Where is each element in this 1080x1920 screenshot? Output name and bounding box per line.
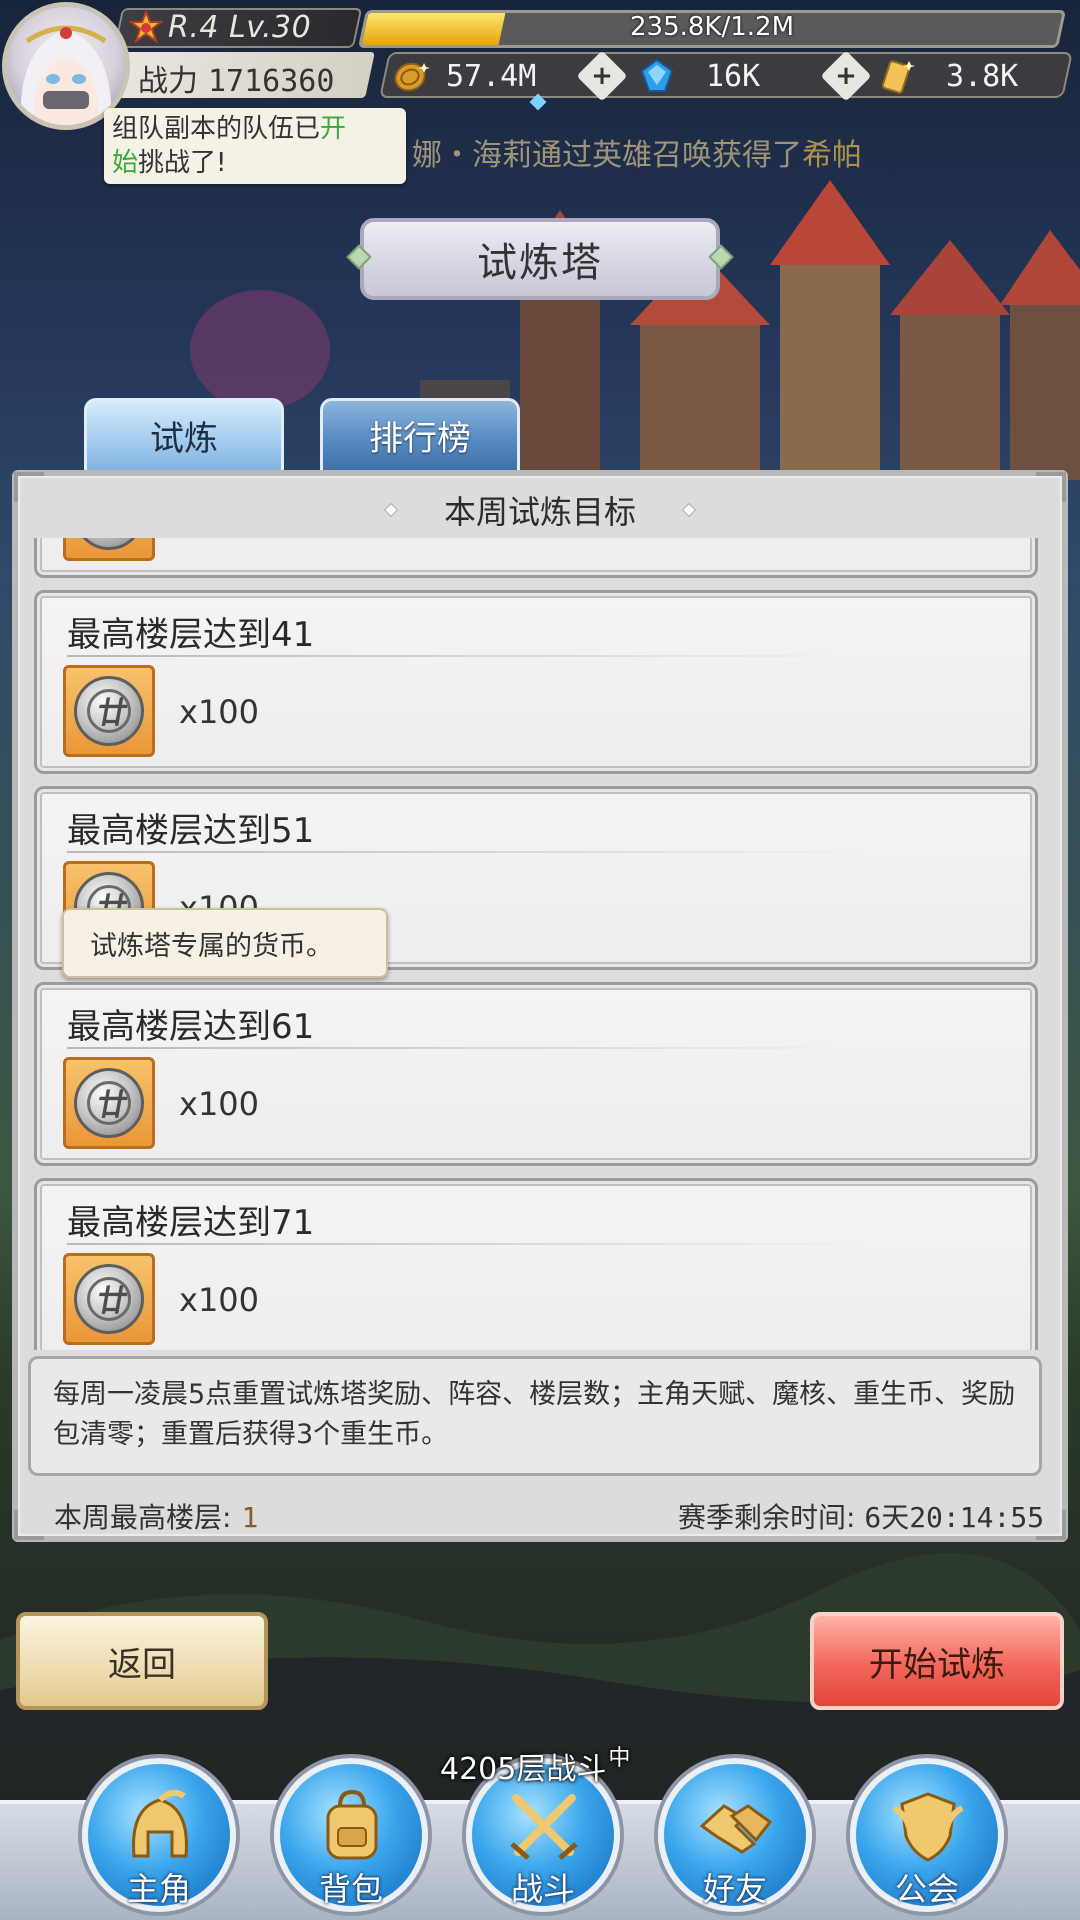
resource-gold: 57.4M — [392, 55, 536, 97]
goal-card-floor-61: 最高楼层达到61 廿 x100 — [34, 982, 1038, 1166]
trial-coin-icon: 廿 — [74, 1068, 144, 1138]
nav-label: 背包 — [318, 1870, 383, 1908]
goal-card-floor-41: 最高楼层达到41 廿 x100 — [34, 590, 1038, 774]
add-diamond-button[interactable]: + — [820, 50, 872, 102]
weekly-highest-label: 本周最高楼层: — [54, 1501, 232, 1534]
nav-hero[interactable]: 主角 — [82, 1758, 236, 1912]
goal-title: 最高楼层达到51 — [67, 811, 315, 851]
crossed-swords-icon — [510, 1794, 578, 1860]
nav-backpack[interactable]: 背包 — [274, 1758, 428, 1912]
nav-friends[interactable]: 好友 — [658, 1758, 812, 1912]
goal-title: 最高楼层达到41 — [67, 615, 315, 655]
blue-diamond-icon — [640, 58, 674, 92]
ticker-hero-name: 希帕 — [802, 138, 862, 173]
backpack-icon — [326, 1789, 378, 1860]
plus-icon: + — [591, 61, 613, 91]
battle-status: 4205层战斗中 — [440, 1744, 630, 1788]
notification-highlight: 开 — [320, 114, 347, 144]
back-button[interactable]: 返回 — [16, 1612, 268, 1710]
gold-coin-icon — [394, 62, 430, 92]
reset-info-box: 每周一凌晨5点重置试炼塔奖励、阵容、楼层数；主角天赋、魔核、重生币、奖励包清零；… — [28, 1356, 1042, 1476]
rank-level-text: R.4 Lv.30 — [168, 10, 312, 45]
season-remaining-label: 赛季剩余时间: — [678, 1501, 856, 1534]
gold-value: 57.4M — [446, 58, 537, 94]
team-dungeon-notification[interactable]: 组队副本的队伍已开始挑战了! — [104, 108, 406, 184]
goal-divider — [67, 655, 867, 657]
power-value: 1716360 — [208, 64, 335, 99]
notification-text: 组队副本的队伍已 — [112, 114, 321, 144]
power-display: 战力 1716360 — [138, 56, 334, 100]
helmet-icon — [132, 1789, 188, 1858]
tab-leaderboard[interactable]: 排行榜 — [320, 398, 520, 470]
goal-title: 最高楼层达到71 — [67, 1203, 315, 1243]
goal-title: 最高楼层达到61 — [67, 1007, 315, 1047]
goal-card: 廿 — [34, 538, 1038, 578]
item-tooltip: 试炼塔专属的货币。 — [62, 908, 388, 978]
nav-label: 公会 — [894, 1870, 959, 1908]
trial-coin-icon: 廿 — [74, 1264, 144, 1334]
power-label: 战力 — [138, 64, 198, 99]
ticket-value: 3.8K — [946, 58, 1019, 94]
panel-corner-ornament — [14, 1510, 44, 1540]
weekly-highest-value: 1 — [241, 1501, 259, 1534]
reward-quantity: x100 — [179, 693, 260, 731]
goal-divider — [67, 1047, 867, 1049]
notification-text: 挑战了! — [138, 148, 227, 178]
start-trial-button[interactable]: 开始试炼 — [810, 1612, 1064, 1710]
diamond-value: 16K — [706, 58, 761, 94]
guild-shield-icon — [892, 1792, 964, 1862]
announcement-ticker: 娜・海莉通过英雄召唤获得了希帕 — [412, 130, 862, 174]
resource-diamond: 16K — [638, 55, 760, 97]
season-remaining: 赛季剩余时间: 6天20:14:55 — [678, 1496, 1044, 1536]
goal-divider — [67, 1243, 867, 1245]
rank-emblem-icon — [128, 10, 164, 44]
goal-card-floor-71: 最高楼层达到71 廿 x100 — [34, 1178, 1038, 1350]
weekly-highest-floor: 本周最高楼层: 1 — [54, 1496, 258, 1536]
trial-coin-icon: 廿 — [74, 538, 144, 550]
reward-quantity: x100 — [179, 1281, 260, 1319]
gold-ticket-icon — [881, 60, 915, 94]
nav-label: 好友 — [702, 1870, 767, 1908]
reward-item-slot[interactable]: 廿 — [63, 665, 155, 757]
nav-label: 战斗 — [510, 1870, 575, 1908]
exp-text: 235.8K/1.2M — [629, 12, 795, 42]
weekly-goals-header: 本周试炼目标 — [443, 493, 636, 531]
reward-item-slot[interactable]: 廿 — [63, 538, 155, 561]
plus-icon: + — [835, 61, 857, 91]
add-gold-button[interactable]: + — [576, 50, 628, 102]
battle-status-suffix: 中 — [608, 1746, 631, 1771]
tab-trial[interactable]: 试炼 — [84, 398, 284, 470]
notification-highlight: 始 — [112, 148, 139, 178]
resource-ticket: 3.8K — [878, 55, 1018, 97]
nav-label: 主角 — [126, 1870, 191, 1908]
goal-divider — [67, 851, 867, 853]
reward-quantity: x100 — [179, 1085, 260, 1123]
trial-coin-icon: 廿 — [74, 676, 144, 746]
reward-item-slot[interactable]: 廿 — [63, 1253, 155, 1345]
handshake-icon — [699, 1804, 773, 1854]
page-title: 试炼塔 — [360, 218, 720, 300]
ticker-text: 娜・海莉通过英雄召唤获得了 — [412, 138, 802, 173]
battle-status-text: 4205层战斗 — [440, 1752, 607, 1787]
season-remaining-value: 6天20:14:55 — [864, 1501, 1045, 1534]
nav-guild[interactable]: 公会 — [850, 1758, 1004, 1912]
reward-item-slot[interactable]: 廿 — [63, 1057, 155, 1149]
